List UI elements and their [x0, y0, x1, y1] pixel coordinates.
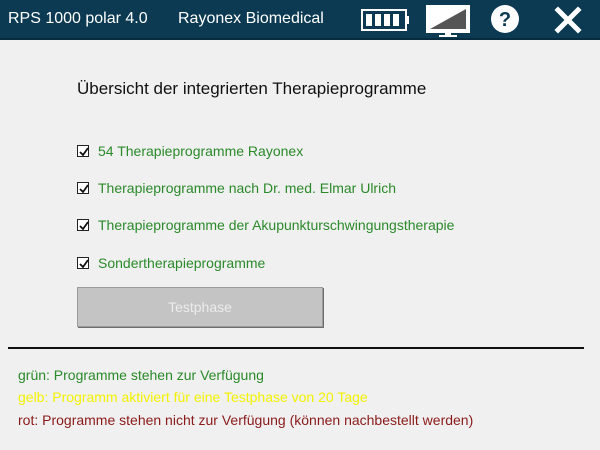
option-label: Therapieprogramme nach Dr. med. Elmar Ul…	[98, 180, 396, 196]
checkbox[interactable]	[77, 182, 89, 194]
option-label: Therapieprogramme der Akupunkturschwingu…	[98, 217, 455, 233]
program-option-ulrich[interactable]: Therapieprogramme nach Dr. med. Elmar Ul…	[77, 178, 396, 198]
title-bar: RPS 1000 polar 4.0 Rayonex Biomedical ?	[0, 0, 600, 40]
help-icon[interactable]: ?	[490, 4, 520, 34]
close-icon[interactable]	[552, 5, 584, 35]
divider	[8, 347, 584, 349]
legend-red: rot: Programme stehen nicht zur Verfügun…	[18, 412, 474, 428]
checkbox[interactable]	[77, 257, 89, 269]
legend-yellow: gelb: Programm aktiviert für eine Testph…	[18, 389, 368, 405]
page-heading: Übersicht der integrierten Therapieprogr…	[77, 79, 427, 98]
checkbox[interactable]	[77, 219, 89, 231]
svg-text:?: ?	[499, 9, 511, 31]
test-phase-button[interactable]: Testphase	[77, 287, 323, 327]
monitor-icon[interactable]	[424, 4, 472, 38]
program-option-acupuncture[interactable]: Therapieprogramme der Akupunkturschwingu…	[77, 215, 454, 235]
app-title: RPS 1000 polar 4.0	[8, 10, 148, 27]
company-name: Rayonex Biomedical	[178, 10, 324, 27]
battery-icon	[361, 9, 409, 31]
option-label: Sondertherapieprogramme	[98, 255, 266, 271]
legend-green: grün: Programme stehen zur Verfügung	[18, 367, 264, 383]
option-label: 54 Therapieprogramme Rayonex	[98, 143, 304, 159]
program-option-special[interactable]: Sondertherapieprogramme	[77, 253, 265, 273]
checkbox[interactable]	[77, 145, 89, 157]
program-option-rayonex[interactable]: 54 Therapieprogramme Rayonex	[77, 141, 303, 161]
